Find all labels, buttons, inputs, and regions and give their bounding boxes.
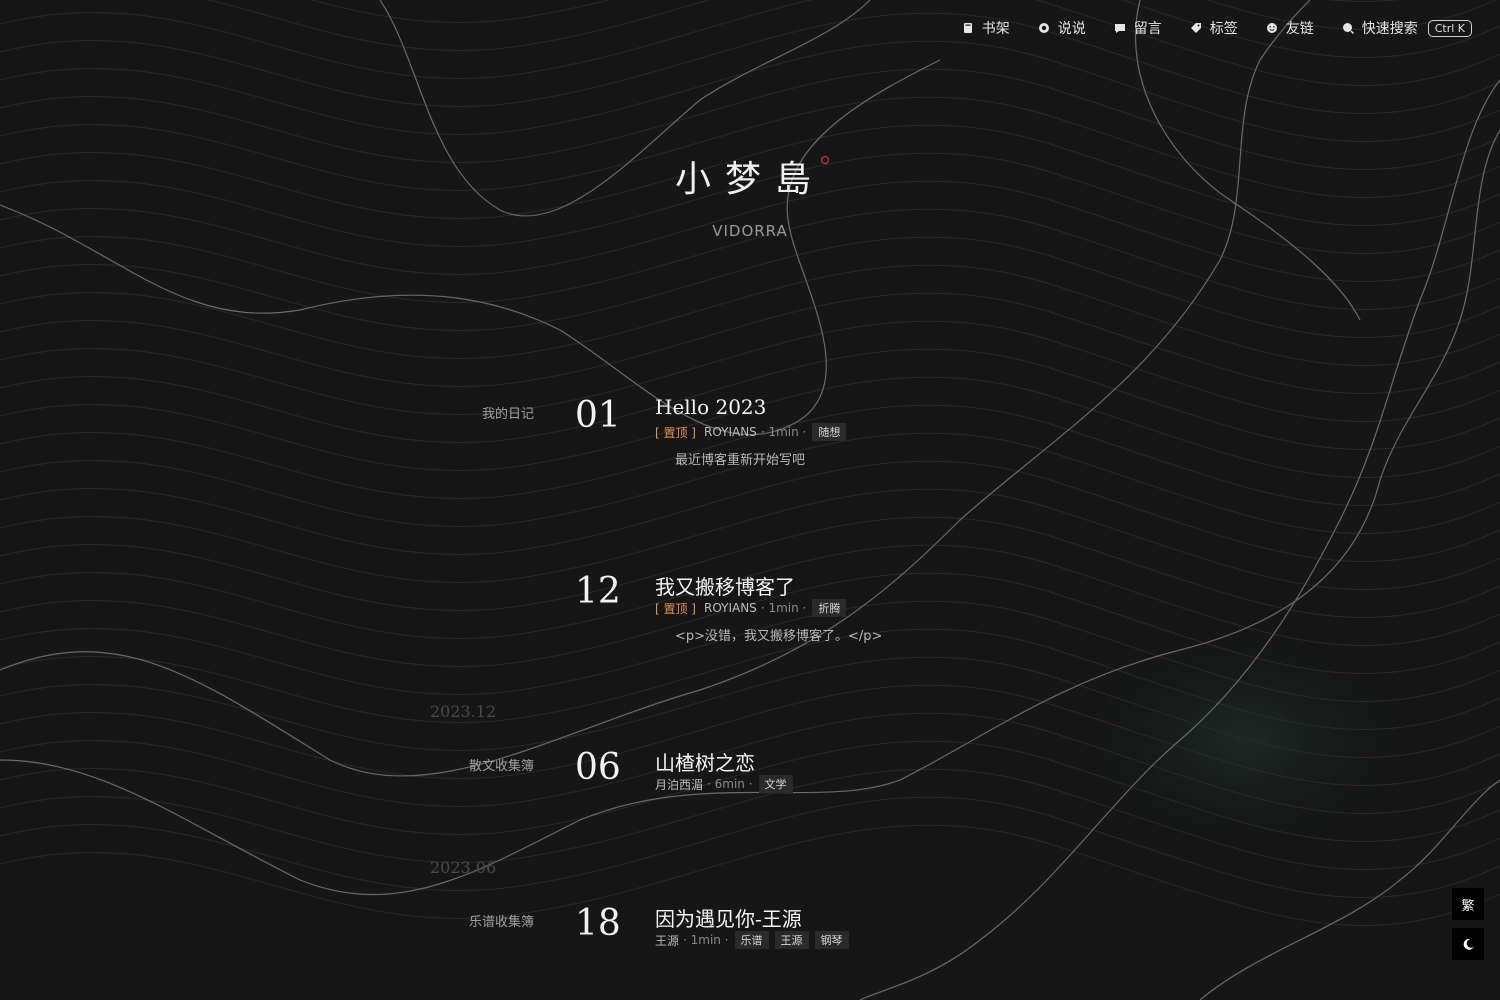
post-tag[interactable]: 文学 bbox=[758, 775, 793, 793]
post-meta: 王源 · 1min · 乐谱 王源 钢琴 bbox=[655, 931, 849, 949]
post-read-time: · 1min · bbox=[760, 601, 807, 615]
post-category[interactable]: 乐谱收集簿 bbox=[469, 911, 534, 930]
post-author[interactable]: 月泊西湄 bbox=[655, 776, 703, 793]
post-meta: [ 置顶 ] ROYIANS · 1min · 随想 bbox=[655, 423, 847, 441]
post-meta: [ 置顶 ] ROYIANS · 1min · 折腾 bbox=[655, 599, 847, 617]
search-shortcut-badge: Ctrl K bbox=[1427, 19, 1472, 37]
logo-subtitle: VIDORRA bbox=[712, 222, 788, 240]
post-number: 18 bbox=[575, 903, 621, 944]
post-tag[interactable]: 王源 bbox=[774, 931, 809, 949]
post-title[interactable]: Hello 2023 bbox=[655, 395, 766, 419]
nav-item-label: 友链 bbox=[1285, 21, 1314, 37]
post-author[interactable]: ROYIANS bbox=[704, 601, 757, 615]
post-title[interactable]: 我又搬移博客了 bbox=[655, 571, 795, 600]
logo-dot bbox=[821, 156, 829, 164]
post-meta: 月泊西湄 · 6min · 文学 bbox=[655, 775, 793, 793]
nav-item-moments[interactable]: 说说 bbox=[1038, 18, 1086, 38]
post-author[interactable]: ROYIANS bbox=[704, 425, 757, 439]
logo-text: 小梦島 bbox=[674, 159, 825, 200]
search-icon bbox=[1342, 23, 1354, 34]
smile-icon bbox=[1266, 23, 1277, 33]
book-icon bbox=[963, 23, 972, 33]
post-excerpt: <p>没错，我又搬移博客了。</p> bbox=[675, 629, 883, 644]
post-tag[interactable]: 折腾 bbox=[812, 599, 847, 617]
post-number: 01 bbox=[575, 395, 621, 436]
post-read-time: · 1min · bbox=[683, 933, 729, 947]
nav-item-guestbook[interactable]: 留言 bbox=[1114, 18, 1162, 38]
post-author[interactable]: 王源 bbox=[655, 932, 679, 949]
year-divider: 2023.12 bbox=[430, 702, 497, 721]
nav-item-label: 快速搜索 bbox=[1361, 21, 1418, 37]
site-logo[interactable]: 小梦島 VIDORRA bbox=[0, 150, 1500, 240]
pinned-badge: [ 置顶 ] bbox=[655, 601, 696, 616]
nav-item-bookshelf[interactable]: 书架 bbox=[962, 18, 1010, 38]
tag-icon bbox=[1190, 23, 1201, 33]
nav-item-label: 标签 bbox=[1209, 21, 1238, 37]
message-icon bbox=[1114, 24, 1125, 33]
nav-item-friends[interactable]: 友链 bbox=[1266, 18, 1314, 38]
nav-item-label: 留言 bbox=[1133, 21, 1162, 37]
nav-item-tags[interactable]: 标签 bbox=[1190, 18, 1238, 38]
post-category[interactable]: 我的日记 bbox=[482, 403, 534, 422]
post-tag[interactable]: 乐谱 bbox=[734, 931, 769, 949]
post-read-time: · 1min · bbox=[760, 425, 807, 439]
theme-toggle-button[interactable] bbox=[1452, 928, 1484, 960]
post-title[interactable]: 山楂树之恋 bbox=[655, 747, 755, 776]
moon-icon bbox=[1463, 938, 1474, 950]
post-number: 12 bbox=[575, 571, 621, 612]
post-number: 06 bbox=[575, 747, 621, 788]
nav-item-quick-search[interactable]: 快速搜索 bbox=[1342, 18, 1418, 38]
post-tag[interactable]: 钢琴 bbox=[814, 931, 849, 949]
nav-item-label: 书架 bbox=[981, 21, 1010, 37]
year-divider: 2023.06 bbox=[430, 858, 497, 877]
traditional-chinese-toggle[interactable]: 繁 bbox=[1452, 888, 1484, 920]
post-tag[interactable]: 随想 bbox=[812, 423, 847, 441]
post-excerpt: 最近博客重新开始写吧 bbox=[675, 453, 806, 468]
post-read-time: · 6min · bbox=[707, 777, 753, 791]
pinned-badge: [ 置顶 ] bbox=[655, 425, 696, 440]
nav-item-label: 说说 bbox=[1057, 21, 1086, 37]
post-category[interactable]: 散文收集簿 bbox=[469, 755, 534, 774]
logo-mark: 小梦島 bbox=[674, 150, 829, 202]
chat-circle-icon bbox=[1038, 23, 1049, 33]
post-title[interactable]: 因为遇见你-王源 bbox=[655, 903, 802, 932]
top-nav: 书架 说说 留言 标签 友链 快速搜索 Ctrl K bbox=[962, 18, 1472, 38]
